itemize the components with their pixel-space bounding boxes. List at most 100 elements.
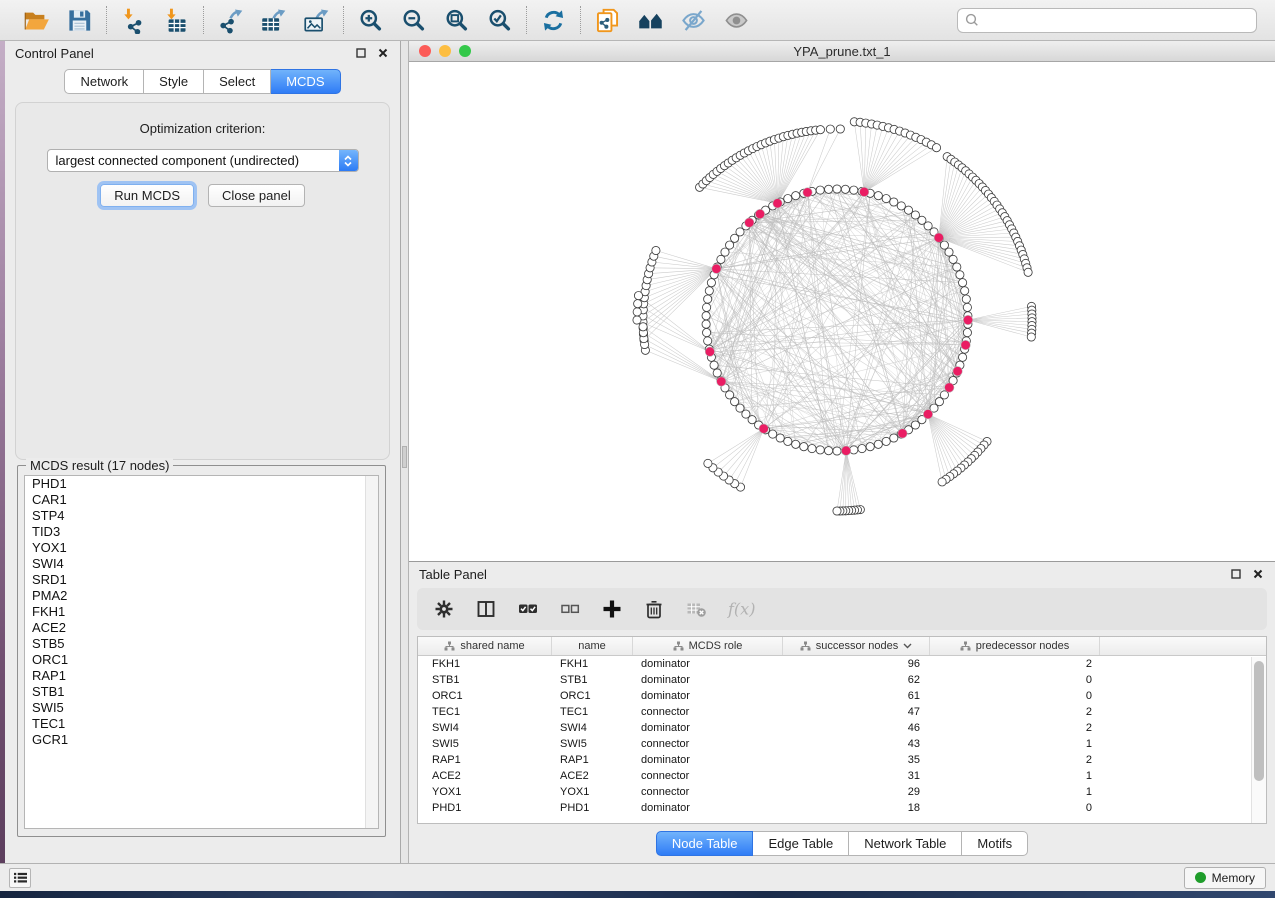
save-session-icon[interactable] [66, 7, 93, 34]
delete-columns-icon[interactable] [643, 598, 665, 620]
graph-node[interactable] [963, 329, 971, 337]
zoom-selected-icon[interactable] [486, 7, 513, 34]
graph-node[interactable] [874, 192, 882, 200]
result-node-item[interactable]: YOX1 [25, 540, 378, 556]
result-node-item[interactable]: STB1 [25, 684, 378, 700]
table-row[interactable]: ORC1ORC1dominator610 [418, 688, 1251, 704]
graph-node[interactable] [897, 202, 905, 210]
graph-leaf-node[interactable] [634, 300, 642, 308]
network-window-titlebar[interactable]: YPA_prune.txt_1 [409, 41, 1275, 62]
graph-leaf-node[interactable] [1024, 268, 1032, 276]
memory-button[interactable]: Memory [1184, 867, 1266, 889]
search-box[interactable] [957, 8, 1257, 33]
graph-node[interactable] [874, 440, 882, 448]
network-graph[interactable] [409, 62, 1275, 561]
result-node-item[interactable]: SRD1 [25, 572, 378, 588]
float-table-panel-icon[interactable] [1229, 567, 1243, 581]
result-node-item[interactable]: FKH1 [25, 604, 378, 620]
graph-node[interactable] [703, 329, 711, 337]
tab-node-table[interactable]: Node Table [656, 831, 754, 856]
mcds-result-list[interactable]: PHD1CAR1STP4TID3YOX1SWI4SRD1PMA2FKH1ACE2… [24, 475, 379, 829]
result-node-item[interactable]: TID3 [25, 524, 378, 540]
result-node-item[interactable]: STB5 [25, 636, 378, 652]
graph-node[interactable] [707, 279, 715, 287]
graph-hub-node[interactable] [755, 209, 764, 218]
graph-node[interactable] [963, 303, 971, 311]
graph-leaf-node[interactable] [634, 292, 642, 300]
graph-leaf-node[interactable] [1027, 333, 1035, 341]
task-history-button[interactable] [9, 868, 31, 888]
graph-hub-node[interactable] [898, 429, 907, 438]
graph-node[interactable] [792, 192, 800, 200]
result-node-item[interactable]: SWI5 [25, 700, 378, 716]
graph-node[interactable] [890, 434, 898, 442]
graph-hub-node[interactable] [945, 383, 954, 392]
tab-edge-table[interactable]: Edge Table [753, 831, 849, 856]
export-table-icon[interactable] [260, 7, 287, 34]
graph-node[interactable] [956, 271, 964, 279]
graph-node[interactable] [703, 303, 711, 311]
result-node-item[interactable]: SWI4 [25, 556, 378, 572]
result-node-item[interactable]: GCR1 [25, 732, 378, 748]
first-neighbors-icon[interactable] [637, 7, 664, 34]
graph-node[interactable] [949, 255, 957, 263]
tab-style[interactable]: Style [144, 69, 204, 94]
graph-node[interactable] [953, 263, 961, 271]
result-node-item[interactable]: PMA2 [25, 588, 378, 604]
select-all-icon[interactable] [517, 598, 539, 620]
close-table-panel-icon[interactable] [1251, 567, 1265, 581]
zoom-out-icon[interactable] [400, 7, 427, 34]
graph-node[interactable] [850, 186, 858, 194]
graph-node[interactable] [959, 353, 967, 361]
column-header-MCDS-role[interactable]: MCDS role [633, 637, 783, 655]
graph-node[interactable] [784, 195, 792, 203]
graph-leaf-node[interactable] [826, 125, 834, 133]
tab-network[interactable]: Network [64, 69, 144, 94]
result-node-item[interactable]: ORC1 [25, 652, 378, 668]
column-header-successor-nodes[interactable]: successor nodes [783, 637, 930, 655]
import-network-icon[interactable] [120, 7, 147, 34]
result-node-item[interactable]: PHD1 [25, 476, 378, 492]
graph-leaf-node[interactable] [633, 316, 641, 324]
graph-leaf-node[interactable] [652, 246, 660, 254]
graph-node[interactable] [717, 255, 725, 263]
graph-hub-node[interactable] [717, 377, 726, 386]
graph-leaf-node[interactable] [932, 144, 940, 152]
network-canvas[interactable] [409, 62, 1275, 561]
maximize-window-icon[interactable] [459, 45, 471, 57]
table-row[interactable]: FKH1FKH1dominator962 [418, 656, 1251, 672]
graph-leaf-node[interactable] [938, 478, 946, 486]
graph-node[interactable] [833, 185, 841, 193]
table-row[interactable]: PHD1PHD1dominator180 [418, 800, 1251, 816]
table-row[interactable]: RAP1RAP1dominator352 [418, 752, 1251, 768]
graph-node[interactable] [833, 447, 841, 455]
graph-hub-node[interactable] [934, 233, 943, 242]
tab-network-table[interactable]: Network Table [849, 831, 962, 856]
graph-hub-node[interactable] [953, 367, 962, 376]
run-mcds-button[interactable]: Run MCDS [100, 184, 194, 207]
graph-hub-node[interactable] [961, 340, 970, 349]
graph-node[interactable] [825, 185, 833, 193]
result-list-scrollbar[interactable] [365, 476, 378, 828]
zoom-fit-icon[interactable] [443, 7, 470, 34]
graph-node[interactable] [702, 312, 710, 320]
graph-node[interactable] [962, 295, 970, 303]
graph-node[interactable] [705, 287, 713, 295]
clone-network-icon[interactable] [594, 7, 621, 34]
table-row[interactable]: YOX1YOX1connector291 [418, 784, 1251, 800]
search-input[interactable] [980, 13, 1250, 27]
graph-node[interactable] [882, 195, 890, 203]
column-header-name[interactable]: name [552, 637, 633, 655]
graph-leaf-node[interactable] [633, 308, 641, 316]
close-window-icon[interactable] [419, 45, 431, 57]
add-column-icon[interactable] [601, 598, 623, 620]
hide-selected-icon[interactable] [680, 7, 707, 34]
table-scrollbar-thumb[interactable] [1254, 661, 1264, 781]
splitter-grip[interactable] [402, 446, 407, 468]
graph-hub-node[interactable] [860, 187, 869, 196]
graph-hub-node[interactable] [923, 410, 932, 419]
deselect-all-icon[interactable] [559, 598, 581, 620]
table-row[interactable]: TEC1TEC1connector472 [418, 704, 1251, 720]
close-panel-icon[interactable] [376, 46, 390, 60]
show-all-icon[interactable] [723, 7, 750, 34]
